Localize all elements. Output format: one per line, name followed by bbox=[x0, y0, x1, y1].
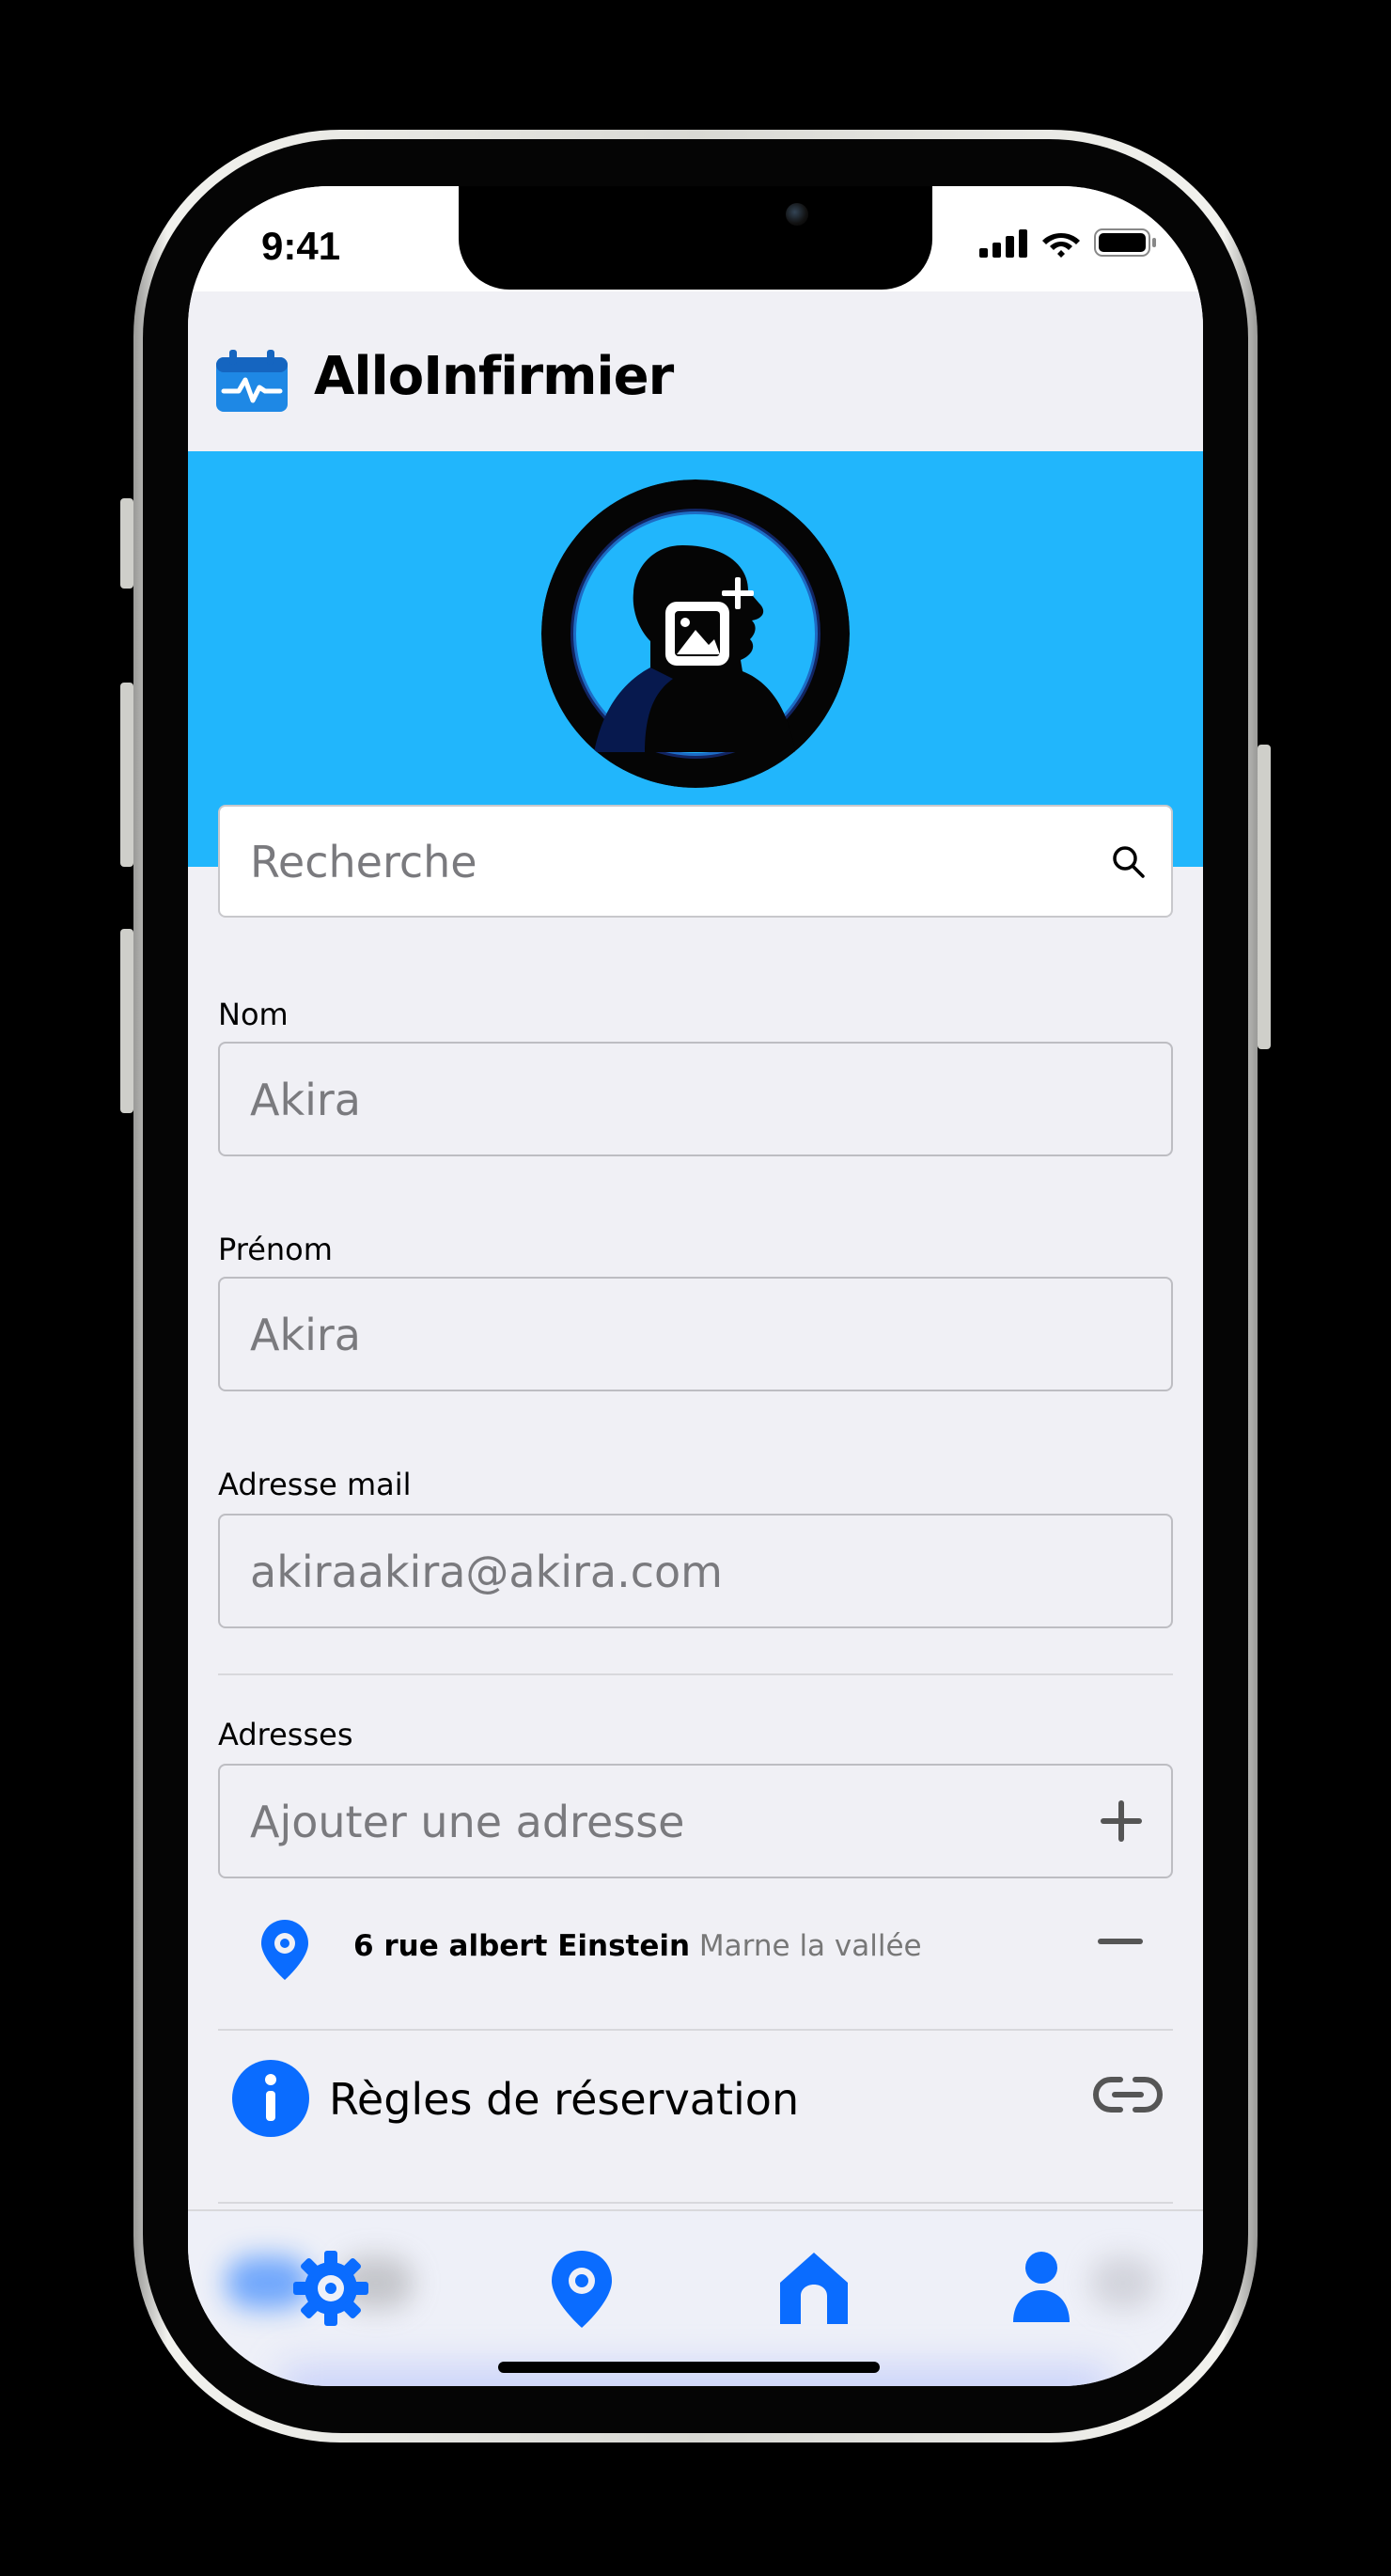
nom-label: Nom bbox=[218, 997, 289, 1032]
search-input[interactable] bbox=[248, 807, 1079, 918]
cellular-signal-icon bbox=[979, 229, 1027, 258]
tab-profile[interactable] bbox=[1011, 2249, 1071, 2329]
gear-icon bbox=[293, 2251, 368, 2326]
booking-rules-row[interactable]: Règles de réservation bbox=[218, 2031, 1173, 2162]
battery-icon bbox=[1094, 228, 1156, 257]
search-icon[interactable] bbox=[1111, 844, 1147, 880]
status-icons bbox=[979, 228, 1158, 258]
link-icon[interactable] bbox=[1092, 2074, 1164, 2115]
plus-icon[interactable] bbox=[1098, 1798, 1145, 1845]
search-bar bbox=[218, 805, 1173, 918]
tab-location[interactable] bbox=[549, 2249, 615, 2334]
wifi-icon bbox=[1042, 233, 1080, 258]
tab-glow bbox=[1090, 2256, 1156, 2309]
volume-down-button bbox=[120, 929, 133, 1113]
avatar-upload[interactable] bbox=[541, 479, 850, 788]
booking-rules-label: Règles de réservation bbox=[329, 2074, 800, 2125]
app-title: AlloInfirmier bbox=[314, 346, 674, 407]
tab-bar bbox=[188, 2209, 1203, 2386]
adresses-label: Adresses bbox=[218, 1717, 353, 1752]
calendar-heartbeat-icon bbox=[216, 350, 288, 412]
info-icon bbox=[232, 2060, 309, 2137]
divider bbox=[218, 1673, 1173, 1675]
home-icon bbox=[780, 2253, 848, 2324]
divider bbox=[218, 2202, 1173, 2204]
email-label: Adresse mail bbox=[218, 1467, 412, 1502]
nom-field bbox=[218, 1042, 1173, 1156]
prenom-label: Prénom bbox=[218, 1232, 333, 1267]
camera bbox=[786, 203, 808, 226]
screen: 9:41 AlloInfirmier Recherche Nom Akira P… bbox=[188, 186, 1203, 2386]
status-time: 9:41 bbox=[261, 224, 341, 268]
avatar-image bbox=[541, 479, 850, 788]
add-address-input[interactable] bbox=[248, 1766, 1079, 1878]
user-icon bbox=[1013, 2252, 1070, 2322]
nom-input[interactable] bbox=[248, 1044, 1079, 1156]
location-pin-icon bbox=[552, 2251, 612, 2328]
action-button bbox=[120, 498, 133, 589]
email-field bbox=[218, 1514, 1173, 1628]
add-address-field bbox=[218, 1764, 1173, 1878]
volume-up-button bbox=[120, 683, 133, 867]
address-street: 6 rue albert Einstein bbox=[353, 1929, 691, 1963]
dynamic-island bbox=[459, 186, 932, 290]
tab-home[interactable] bbox=[776, 2249, 852, 2333]
address-text: 6 rue albert Einstein Marne la vallée bbox=[353, 1929, 922, 1963]
address-item: 6 rue albert Einstein Marne la vallée bbox=[218, 1897, 1173, 2001]
home-indicator[interactable] bbox=[498, 2362, 880, 2373]
remove-address-icon[interactable] bbox=[1098, 1937, 1143, 1946]
prenom-input[interactable] bbox=[248, 1279, 1079, 1391]
power-button bbox=[1258, 745, 1271, 1049]
app-header: AlloInfirmier bbox=[188, 291, 1203, 451]
prenom-field bbox=[218, 1277, 1173, 1391]
address-city: Marne la vallée bbox=[698, 1929, 922, 1963]
location-pin-icon bbox=[261, 1920, 308, 1980]
tab-settings[interactable] bbox=[291, 2249, 370, 2333]
email-input[interactable] bbox=[248, 1516, 1079, 1628]
